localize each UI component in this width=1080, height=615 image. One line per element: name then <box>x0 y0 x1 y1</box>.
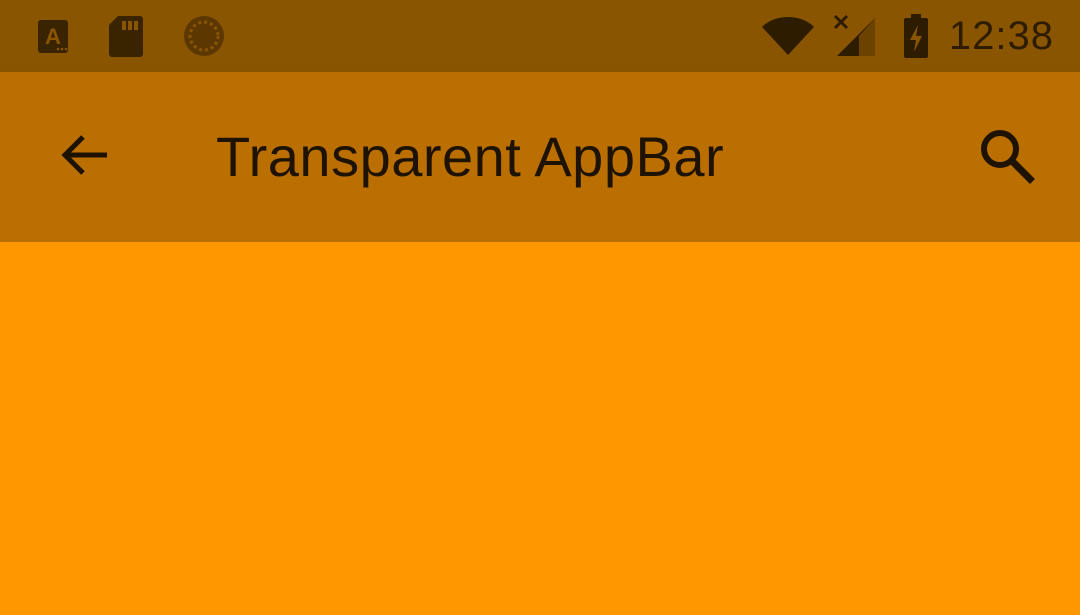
status-clock: 12:38 <box>948 14 1054 58</box>
content-area <box>0 242 1080 615</box>
sync-progress-icon <box>182 14 226 58</box>
system-status-icons: 12:38 <box>761 12 1054 60</box>
page-title: Transparent AppBar <box>216 125 725 188</box>
search-button[interactable] <box>968 122 1044 192</box>
accessibility-a-icon: A <box>36 17 70 55</box>
screen: A 12:38 Transparent AppBar <box>0 0 1080 615</box>
wifi-icon <box>761 15 815 57</box>
search-icon <box>977 126 1035 189</box>
status-bar: A 12:38 <box>0 0 1080 72</box>
svg-text:A: A <box>45 24 61 49</box>
sd-card-icon <box>108 14 144 58</box>
app-bar: Transparent AppBar <box>0 72 1080 242</box>
battery-charging-icon <box>903 13 929 59</box>
arrow-back-icon <box>59 131 111 184</box>
back-button[interactable] <box>50 122 120 192</box>
cellular-no-signal-icon <box>833 14 877 58</box>
notification-icons: A <box>36 14 226 58</box>
